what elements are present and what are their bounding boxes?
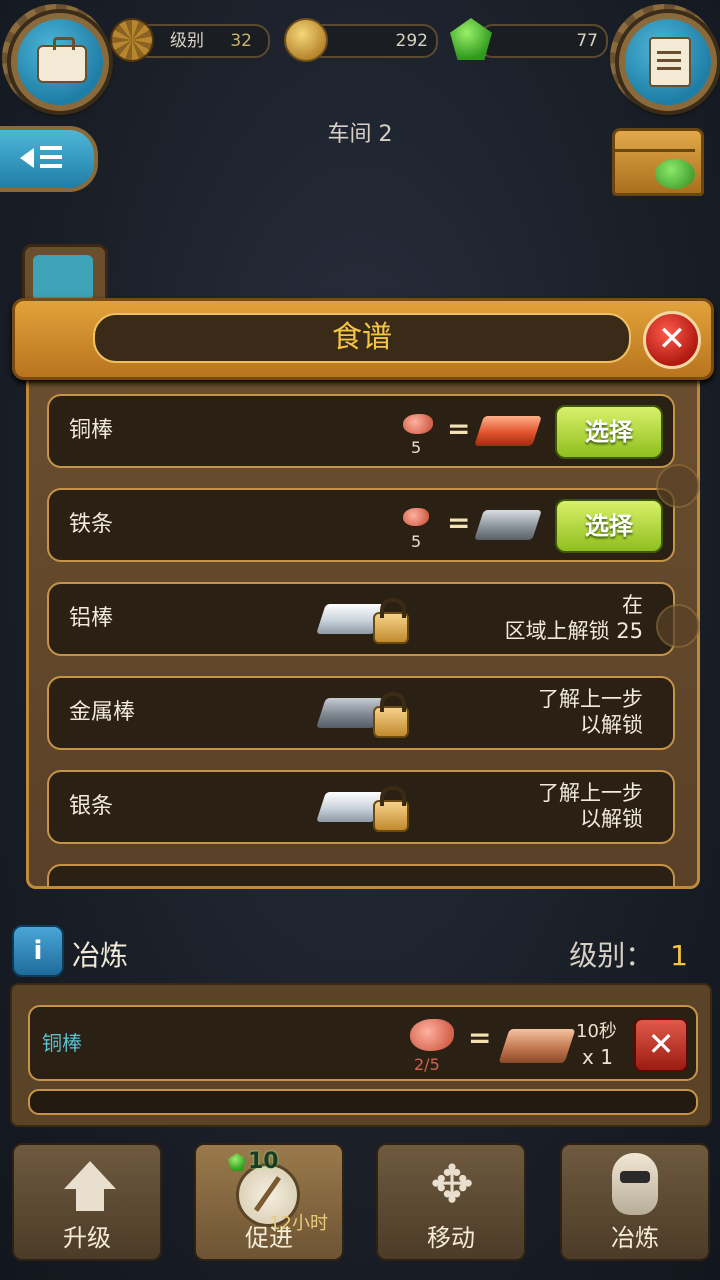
ore-icon	[403, 508, 429, 526]
boost-label: 促进	[245, 1224, 293, 1252]
recipe-name: 金属棒	[69, 700, 136, 725]
close-icon: ✕	[647, 1025, 675, 1063]
move-button[interactable]: ✥ 移动	[376, 1143, 526, 1261]
coin-icon	[284, 18, 328, 62]
info-button[interactable]: i	[12, 925, 64, 977]
recipe-row-aluminum-rod: 铝棒 在 区域上解锁 25	[47, 582, 675, 656]
recipe-row-silver-bar: 银条 了解上一步 以解锁	[47, 770, 675, 844]
move-arrows-icon: ✥	[430, 1155, 474, 1215]
welding-mask-icon	[612, 1153, 658, 1215]
recipe-dialog-header: 食谱 ✕	[12, 298, 714, 380]
boost-button[interactable]: 10 12小时 促进	[194, 1143, 344, 1261]
ore-progress: 2/5	[414, 1055, 440, 1074]
coins-value: 292	[395, 31, 428, 51]
recipe-row-iron-bar: 铁条 5 = 选择	[47, 488, 675, 562]
scroll-up-button[interactable]	[656, 464, 700, 508]
info-icon: i	[33, 936, 43, 966]
select-button[interactable]: 选择	[555, 499, 663, 553]
level-bar: 级别 32	[134, 24, 270, 58]
dialog-title: 食谱	[93, 313, 631, 363]
upgrade-label: 升级	[63, 1224, 111, 1252]
ore-qty: 5	[411, 438, 422, 457]
move-label: 移动	[427, 1224, 475, 1252]
smelt-progress-bar	[28, 1089, 698, 1115]
smelter-queue-panel: 铜棒 2/5 = 10秒 x 1 ✕	[10, 983, 712, 1127]
unlock-requirement: 了解上一步 以解锁	[538, 686, 643, 738]
unlock-line-1: 了解上一步	[538, 687, 643, 711]
recipe-name: 铁条	[69, 512, 114, 537]
unlock-requirement: 在 区域上解锁 25	[505, 592, 643, 644]
recipe-name: 银条	[69, 794, 114, 819]
select-button[interactable]: 选择	[555, 405, 663, 459]
clipboard-icon	[649, 37, 691, 87]
gems-bar: 77	[478, 24, 608, 58]
unlock-line-2: 以解锁	[580, 713, 643, 737]
smelter-level: 级别： 1	[569, 934, 688, 974]
treasure-chest-icon[interactable]	[612, 128, 704, 196]
copper-ingot-icon	[474, 416, 542, 446]
smelt-label: 冶炼	[611, 1224, 659, 1252]
unlock-line-1: 在	[622, 593, 643, 617]
recipe-name: 铝棒	[69, 606, 114, 631]
equals-sign: =	[447, 412, 471, 445]
recipe-row-copper-rod: 铜棒 5 = 选择	[47, 394, 675, 468]
smelter-name: 冶炼	[72, 939, 129, 972]
upgrade-arrow-stem	[76, 1189, 104, 1211]
gem-icon	[450, 18, 492, 60]
unlock-line-2: 以解锁	[580, 807, 643, 831]
list-icon	[40, 146, 62, 150]
close-dialog-button[interactable]: ✕	[643, 311, 701, 369]
unlock-line-1: 了解上一步	[538, 781, 643, 805]
recipe-row-partial	[47, 864, 675, 886]
copper-ingot-icon	[498, 1029, 576, 1063]
ore-icon	[403, 414, 433, 434]
smelt-button[interactable]: 冶炼	[560, 1143, 710, 1261]
close-icon: ✕	[657, 319, 687, 359]
scroll-down-button[interactable]	[656, 604, 700, 648]
queue-row: 铜棒 2/5 = 10秒 x 1 ✕	[28, 1005, 698, 1081]
lock-icon	[373, 692, 409, 738]
level-gear-icon	[110, 18, 154, 62]
ore-icon	[410, 1019, 454, 1051]
cancel-smelt-button[interactable]: ✕	[634, 1018, 688, 1072]
recipe-panel: 铜棒 5 = 选择 铁条 5 = 选择 铝棒 在 区域上解锁 25 金属棒 了解…	[26, 365, 700, 889]
tasks-button[interactable]	[619, 13, 717, 111]
recipe-row-metal-rod: 金属棒 了解上一步 以解锁	[47, 676, 675, 750]
lock-icon	[373, 598, 409, 644]
toolbox-icon	[37, 37, 87, 83]
chest-gem-icon	[655, 159, 695, 189]
gem-icon	[228, 1153, 246, 1171]
equals-sign: =	[447, 506, 471, 539]
back-arrow-icon	[20, 148, 34, 168]
recipe-name: 铜棒	[69, 418, 114, 443]
menu-back-button[interactable]	[0, 126, 98, 192]
unlock-line-2: 区域上解锁 25	[504, 619, 643, 643]
iron-ingot-icon	[474, 510, 542, 540]
smelter-level-value: 1	[670, 939, 688, 972]
queue-item-name: 铜棒	[42, 1031, 82, 1055]
boost-cost: 10	[248, 1149, 279, 1174]
equals-sign: =	[468, 1021, 492, 1054]
smelter-level-label: 级别：	[569, 939, 654, 972]
ore-qty: 5	[411, 532, 422, 551]
gems-value: 77	[576, 31, 598, 51]
level-label: 级别	[170, 31, 204, 51]
smelt-time: 10秒	[576, 1021, 617, 1042]
toolbox-button[interactable]	[11, 13, 109, 111]
unlock-requirement: 了解上一步 以解锁	[538, 780, 643, 832]
upgrade-arrow-icon	[64, 1161, 116, 1189]
smelt-multiplier: x 1	[582, 1045, 613, 1069]
lock-icon	[373, 786, 409, 832]
upgrade-button[interactable]: 升级	[12, 1143, 162, 1261]
level-value: 32	[230, 31, 252, 51]
